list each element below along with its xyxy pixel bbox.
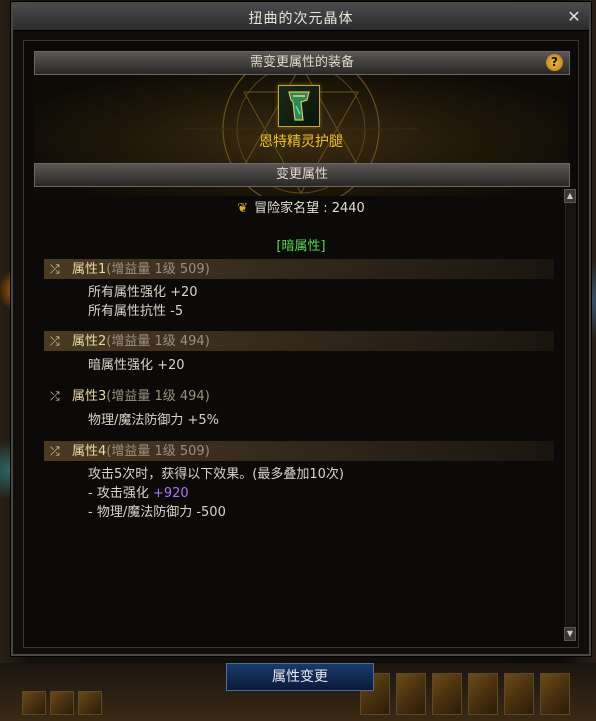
attribute-4-line-1: 攻击5次时，获得以下效果。(最多叠加10次): [88, 467, 344, 482]
item-slot[interactable]: [50, 691, 74, 715]
fame-label: 冒险家名望 : 2440: [254, 201, 365, 216]
shuffle-icon: ⤮: [50, 262, 60, 276]
attribute-1-line-2: 所有属性抗性 -5: [88, 304, 184, 319]
attribute-1-meta: (增益量 1级 509): [106, 262, 210, 277]
attribute-2-line-1: 暗属性强化 +20: [88, 358, 185, 373]
equipment-section-label: 需变更属性的装备: [249, 55, 354, 70]
shuffle-icon: ⤮: [50, 444, 60, 458]
scroll-down-arrow-icon[interactable]: ▼: [564, 627, 576, 641]
shuffle-icon: ⤮: [50, 334, 60, 348]
skill-slot[interactable]: [432, 673, 462, 715]
attribute-1-name: 属性1: [72, 262, 107, 277]
attribute-3-line-1: 物理/魔法防御力 +5%: [88, 413, 220, 428]
window-body: 恩特精灵护腿 需变更属性的装备 ? 变更属性 ▲ ▼ ❦ 冒险家名望 : 2440…: [23, 40, 579, 648]
attribute-2-header[interactable]: ⤮ 属性2(增益量 1级 494): [44, 331, 554, 351]
attribute-2-name: 属性2: [72, 334, 107, 349]
shuffle-icon: ⤮: [50, 389, 60, 403]
close-icon[interactable]: ✕: [565, 8, 583, 26]
attribute-1-header[interactable]: ⤮ 属性1(增益量 1级 509): [44, 259, 554, 279]
item-name: 恩特精灵护腿: [259, 134, 343, 150]
dimension-crystal-window: 扭曲的次元晶体 ✕ 恩特精灵护腿 需变更属性的装备 ? 变更属性 ▲ ▼ ❦ 冒…: [11, 2, 591, 656]
attribute-4-header[interactable]: ⤮ 属性4(增益量 1级 509): [44, 441, 554, 461]
attribute-4-line-2: - 攻击强化 +920: [88, 482, 189, 501]
change-section-label: 变更属性: [275, 167, 328, 182]
attribute-3-header[interactable]: ⤮ 属性3(增益量 1级 494): [44, 386, 554, 406]
attribute-3-meta: (增益量 1级 494): [106, 389, 210, 404]
help-icon[interactable]: ?: [546, 54, 563, 71]
skill-slot[interactable]: [504, 673, 534, 715]
leg-armor-icon[interactable]: [278, 85, 320, 127]
attribute-4-line-3: - 物理/魔法防御力 -500: [88, 505, 226, 520]
skill-slot[interactable]: [396, 673, 426, 715]
attribute-3-name: 属性3: [72, 389, 107, 404]
equipment-section-header: 需变更属性的装备 ?: [34, 51, 570, 75]
attribute-4-line-2-value: +920: [152, 486, 189, 501]
fame-emblem-icon: ❦: [237, 201, 249, 216]
scrollbar-track[interactable]: [565, 189, 576, 641]
item-slot[interactable]: [78, 691, 102, 715]
attribute-4-line-2-label: - 攻击强化: [88, 486, 149, 501]
skill-slot[interactable]: [468, 673, 498, 715]
change-section-header: 变更属性: [34, 163, 570, 187]
heart-icon[interactable]: [22, 691, 46, 715]
window-titlebar[interactable]: 扭曲的次元晶体 ✕: [13, 4, 589, 31]
fame-requirement: ❦ 冒险家名望 : 2440: [24, 197, 578, 216]
attribute-4-meta: (增益量 1级 509): [106, 444, 210, 459]
change-attribute-button[interactable]: 属性变更: [226, 663, 374, 691]
attribute-4-name: 属性4: [72, 444, 107, 459]
window-title: 扭曲的次元晶体: [248, 11, 354, 27]
skill-slot[interactable]: [540, 673, 570, 715]
attribute-2-meta: (增益量 1级 494): [106, 334, 210, 349]
element-type: [暗属性]: [276, 239, 326, 254]
attribute-1-line-1: 所有属性强化 +20: [88, 285, 198, 300]
